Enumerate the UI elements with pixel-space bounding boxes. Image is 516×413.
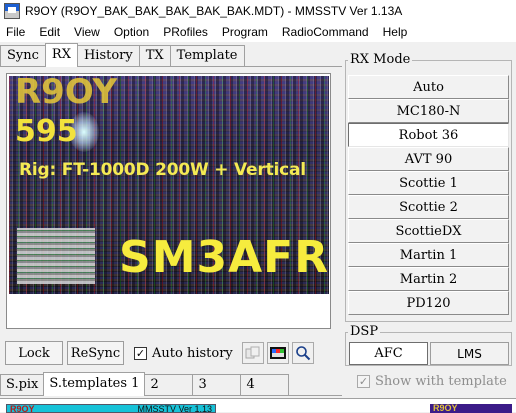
mode-avt90-button[interactable]: AVT 90 bbox=[348, 147, 509, 171]
copy-to-template-button[interactable] bbox=[241, 342, 264, 364]
rx-controls: Lock ReSync ✓ Auto history bbox=[5, 341, 314, 365]
lock-button[interactable]: Lock bbox=[5, 341, 63, 365]
tab-rx[interactable]: RX bbox=[44, 43, 78, 67]
mode-scottie1-button[interactable]: Scottie 1 bbox=[348, 171, 509, 195]
rx-image[interactable]: R9OY 595 Rig: FT-1000D 200W + Vertical S… bbox=[9, 76, 329, 294]
auto-history-checkbox[interactable]: ✓ Auto history bbox=[134, 346, 233, 361]
mode-scottiedx-button[interactable]: ScottieDX bbox=[348, 219, 509, 243]
image-qsl-card bbox=[17, 228, 95, 284]
copy-pages-icon bbox=[245, 346, 260, 359]
menu-file[interactable]: File bbox=[0, 22, 32, 42]
tab-sync[interactable]: Sync bbox=[0, 45, 46, 66]
rx-mode-list: Auto MC180-N Robot 36 AVT 90 Scottie 1 S… bbox=[348, 75, 509, 315]
stock-tabs: S.pix S.templates 1 2 3 4 bbox=[0, 372, 342, 396]
tab-stemplates-3[interactable]: 3 bbox=[192, 374, 242, 395]
main-tabs: Sync RX History TX Template bbox=[0, 43, 342, 67]
image-callsign-bottom: SM3AFR bbox=[119, 232, 329, 283]
menu-edit[interactable]: Edit bbox=[32, 22, 67, 42]
title-bar: R9OY (R9OY_BAK_BAK_BAK_BAK_BAK.MDT) - MM… bbox=[0, 0, 516, 22]
show-with-template-checkbox[interactable]: ✓ Show with template bbox=[357, 374, 507, 389]
color-palette-button[interactable] bbox=[266, 342, 289, 364]
image-report: 595 bbox=[15, 114, 78, 149]
mode-scottie2-button[interactable]: Scottie 2 bbox=[348, 195, 509, 219]
menu-bar: File Edit View Option PRofiles Program R… bbox=[0, 22, 516, 42]
window-title: R9OY (R9OY_BAK_BAK_BAK_BAK_BAK.MDT) - MM… bbox=[25, 4, 403, 18]
show-with-template-check-icon[interactable]: ✓ bbox=[357, 375, 370, 388]
mode-auto-button[interactable]: Auto bbox=[348, 75, 509, 99]
auto-history-check-icon[interactable]: ✓ bbox=[134, 346, 147, 360]
image-callsign-top: R9OY bbox=[15, 76, 118, 112]
rx-image-frame: R9OY 595 Rig: FT-1000D 200W + Vertical S… bbox=[6, 73, 331, 329]
menu-view[interactable]: View bbox=[67, 22, 107, 42]
menu-radiocommand[interactable]: RadioCommand bbox=[275, 22, 376, 42]
menu-profiles[interactable]: PRofiles bbox=[156, 22, 215, 42]
show-with-template-label: Show with template bbox=[375, 374, 507, 389]
dsp-title: DSP bbox=[348, 324, 381, 340]
mode-mc180n-button[interactable]: MC180-N bbox=[348, 99, 509, 123]
tab-tx[interactable]: TX bbox=[138, 45, 171, 66]
mode-martin2-button[interactable]: Martin 2 bbox=[348, 267, 509, 291]
tab-stemplates-4[interactable]: 4 bbox=[240, 374, 290, 395]
rx-panel: R9OY 595 Rig: FT-1000D 200W + Vertical S… bbox=[0, 67, 342, 370]
rx-mode-title: RX Mode bbox=[348, 52, 413, 68]
mode-robot36-button[interactable]: Robot 36 bbox=[348, 123, 509, 147]
lms-button[interactable]: LMS bbox=[430, 342, 509, 365]
stock-thumbnail-strip: R9OY MMSSTV Ver 1.13 R9OY bbox=[0, 398, 516, 413]
auto-history-label: Auto history bbox=[152, 345, 233, 361]
dsp-group: DSP AFC LMS bbox=[345, 324, 512, 366]
resync-button[interactable]: ReSync bbox=[67, 341, 124, 365]
afc-button[interactable]: AFC bbox=[349, 342, 428, 365]
magnifier-icon bbox=[295, 346, 310, 361]
mode-martin1-button[interactable]: Martin 1 bbox=[348, 243, 509, 267]
image-rig-line: Rig: FT-1000D 200W + Vertical bbox=[19, 160, 306, 180]
menu-help[interactable]: Help bbox=[376, 22, 415, 42]
mode-pd120-button[interactable]: PD120 bbox=[348, 291, 509, 315]
tab-stemplates-1[interactable]: S.templates 1 bbox=[43, 372, 146, 396]
app-icon[interactable] bbox=[4, 3, 20, 19]
menu-program[interactable]: Program bbox=[215, 22, 275, 42]
zoom-button[interactable] bbox=[291, 342, 314, 364]
tab-template[interactable]: Template bbox=[169, 45, 245, 66]
tab-spix[interactable]: S.pix bbox=[0, 374, 45, 395]
rx-mode-group: RX Mode Auto MC180-N Robot 36 AVT 90 Sco… bbox=[345, 52, 512, 322]
tab-stemplates-2[interactable]: 2 bbox=[144, 374, 194, 395]
palette-icon bbox=[269, 347, 286, 359]
menu-option[interactable]: Option bbox=[107, 22, 156, 42]
dsp-buttons: AFC LMS bbox=[349, 342, 511, 365]
tab-history[interactable]: History bbox=[76, 45, 140, 66]
